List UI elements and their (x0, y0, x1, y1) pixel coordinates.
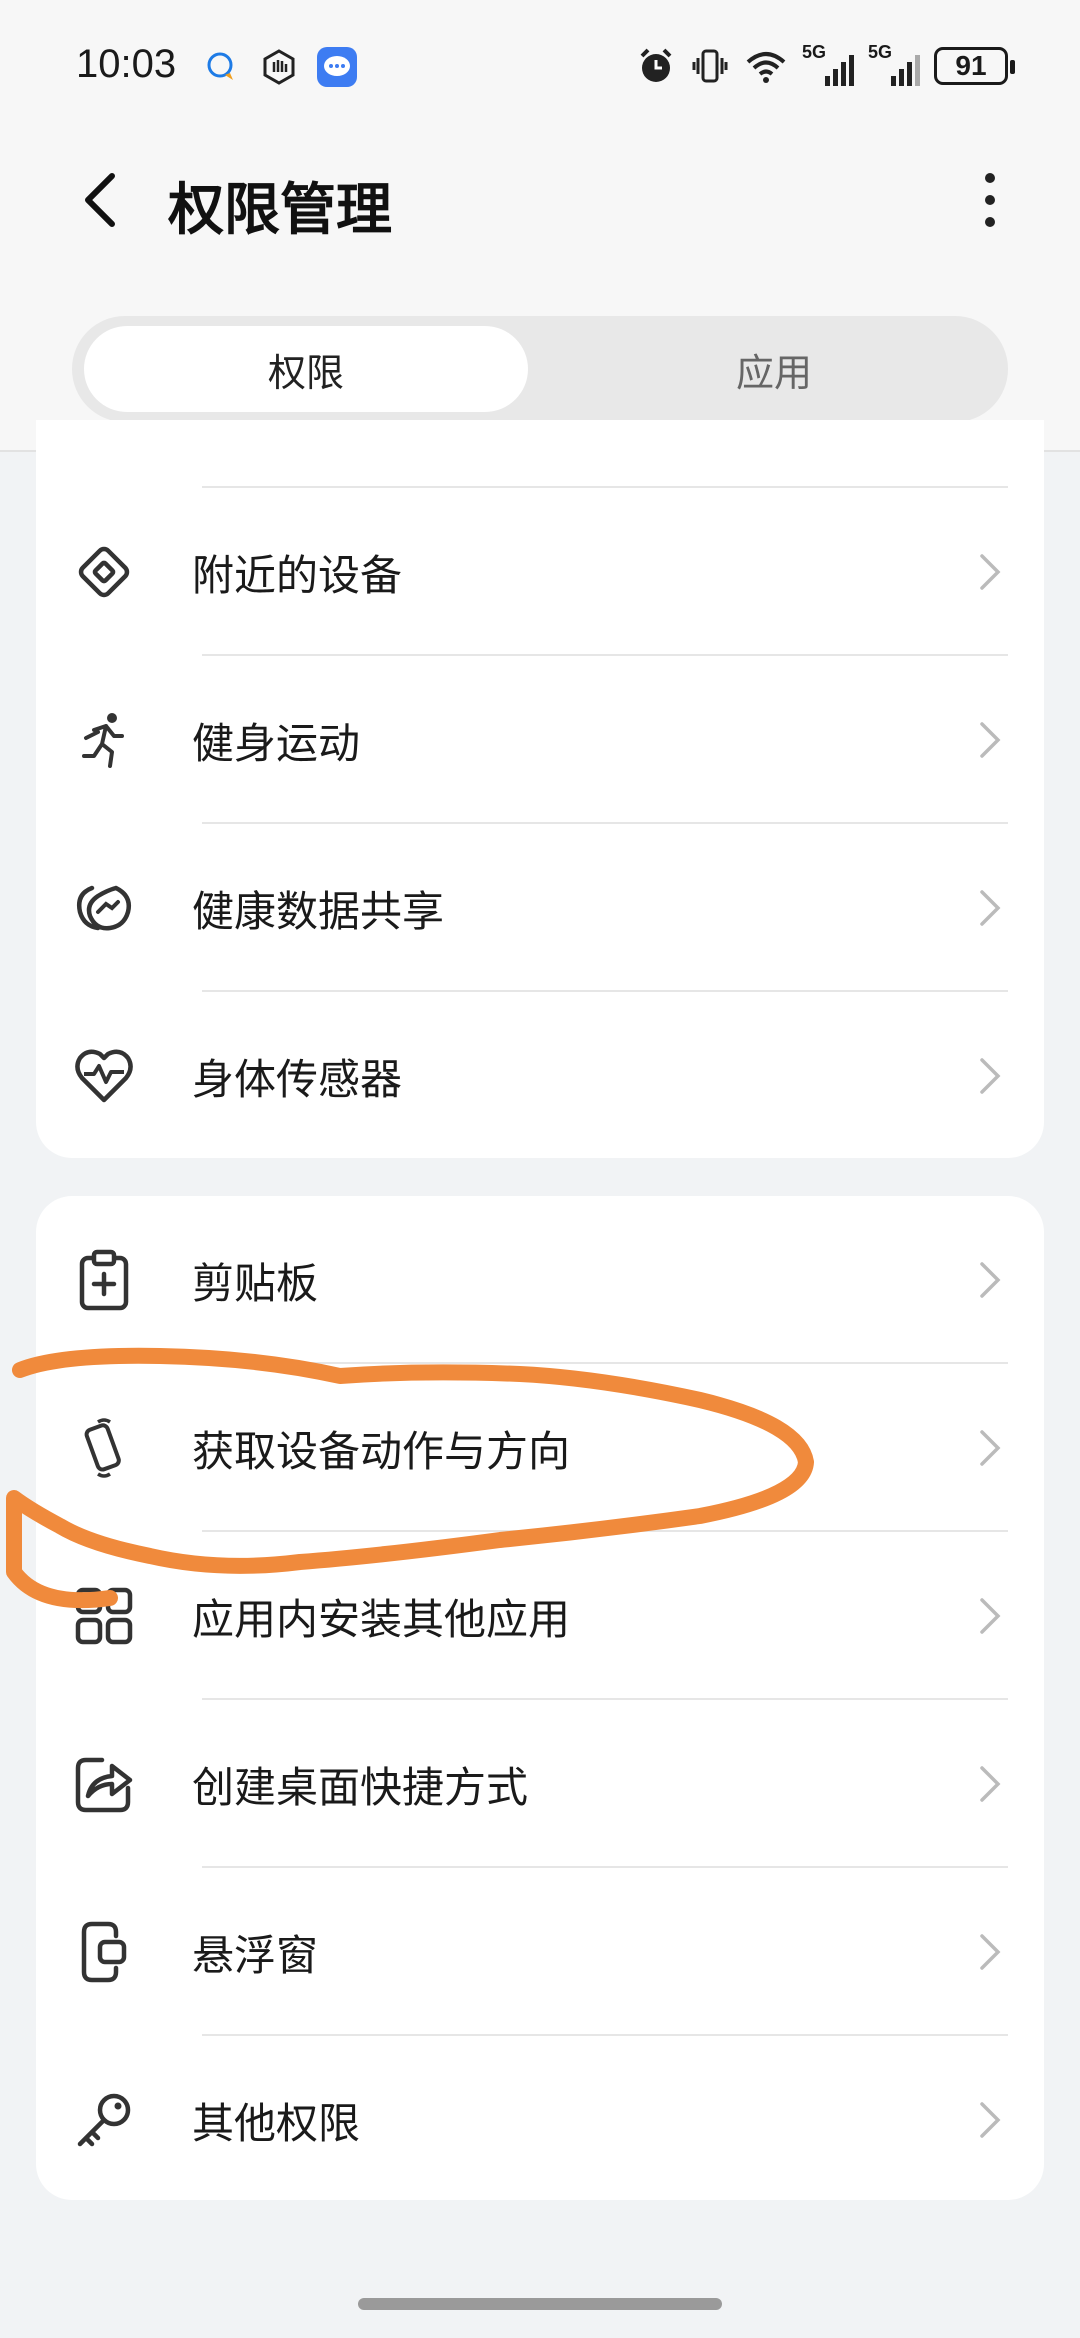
status-bar: 10:03 5G 5G 91 (0, 0, 1080, 130)
list-item-nearby-devices[interactable]: 附近的设备 (36, 488, 1044, 656)
clock: 10:03 (76, 42, 177, 86)
shortcut-share-icon (72, 1752, 136, 1816)
health-share-icon (72, 876, 136, 940)
chevron-right-icon (980, 1934, 1001, 1970)
tab-apps[interactable]: 应用 (552, 326, 996, 412)
notification-icons (200, 46, 358, 88)
list-item-label: 获取设备动作与方向 (192, 1426, 571, 1476)
list-item-label: 创建桌面快捷方式 (192, 1762, 529, 1812)
chevron-right-icon (980, 1430, 1001, 1466)
hand-hexagon-icon (258, 46, 300, 88)
floating-window-icon (72, 1920, 136, 1984)
system-icons: 5G 5G 91 (636, 42, 1015, 86)
page-title: 权限管理 (168, 178, 392, 243)
list-item-other-permissions[interactable]: 其他权限 (36, 2036, 1044, 2204)
message-app-icon (316, 46, 358, 88)
more-options-button[interactable] (970, 165, 1010, 235)
list-item-fitness[interactable]: 健身运动 (36, 656, 1044, 824)
more-vertical-icon (985, 173, 995, 183)
nearby-diamond-icon (72, 540, 136, 604)
tab-switcher: 权限 应用 (72, 316, 1008, 422)
back-arrow-icon (85, 173, 115, 227)
signal-5g-icon: 5G (802, 42, 854, 86)
list-item-label: 应用内安装其他应用 (192, 1594, 571, 1644)
list-item-body-sensors[interactable]: 身体传感器 (36, 992, 1044, 1160)
running-person-icon (72, 708, 136, 772)
device-rotation-icon (72, 1416, 136, 1480)
list-item-install-apps[interactable]: 应用内安装其他应用 (36, 1532, 1044, 1700)
list-item-label: 身体传感器 (192, 1054, 403, 1104)
list-item-label: 健身运动 (192, 718, 361, 768)
chevron-right-icon (980, 2102, 1001, 2138)
list-item-label: 附近的设备 (192, 550, 403, 600)
chevron-right-icon (980, 722, 1001, 758)
permission-group-2: 剪贴板 获取设备动作与方向 应用内安装其他应用 创建桌面快捷方式 悬浮窗 其他权… (36, 1196, 1044, 2200)
chevron-right-icon (980, 1058, 1001, 1094)
list-item-device-motion[interactable]: 获取设备动作与方向 (36, 1364, 1044, 1532)
home-indicator[interactable] (358, 2298, 722, 2310)
list-item-desktop-shortcut[interactable]: 创建桌面快捷方式 (36, 1700, 1044, 1868)
list-item-clipboard[interactable]: 剪贴板 (36, 1196, 1044, 1364)
clipboard-icon (72, 1248, 136, 1312)
chevron-right-icon (980, 1766, 1001, 1802)
chevron-right-icon (980, 1598, 1001, 1634)
back-button[interactable] (80, 165, 130, 235)
app-grid-icon (72, 1584, 136, 1648)
heart-pulse-icon (72, 1044, 136, 1108)
chevron-right-icon (980, 554, 1001, 590)
list-item-health-data-sharing[interactable]: 健康数据共享 (36, 824, 1044, 992)
chevron-right-icon (980, 890, 1001, 926)
permission-group-1: 附近的设备 健身运动 健康数据共享 身体传感器 (36, 420, 1044, 1158)
list-item-label: 其他权限 (192, 2098, 361, 2148)
battery-indicator: 91 (934, 47, 1015, 85)
chat-bubble-icon (200, 46, 242, 88)
tab-permissions[interactable]: 权限 (84, 326, 528, 412)
key-icon (72, 2088, 136, 2152)
signal-5g-icon: 5G (868, 42, 920, 86)
list-item-floating-window[interactable]: 悬浮窗 (36, 1868, 1044, 2036)
vibrate-icon (692, 49, 728, 83)
list-item-label: 悬浮窗 (192, 1930, 319, 1980)
list-item-label: 剪贴板 (192, 1258, 319, 1308)
list-item-label: 健康数据共享 (192, 886, 445, 936)
wifi-icon (746, 52, 786, 83)
alarm-icon (640, 48, 672, 82)
chevron-right-icon (980, 1262, 1001, 1298)
